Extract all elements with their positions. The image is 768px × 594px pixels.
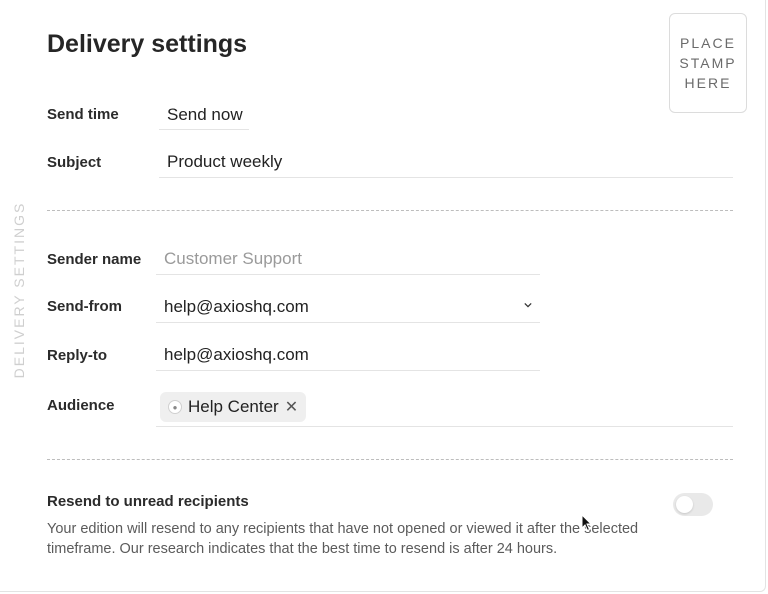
section-divider <box>47 210 733 211</box>
stamp-text: PLACE STAMP HERE <box>679 35 737 91</box>
resend-title: Resend to unread recipients <box>47 493 249 510</box>
chevron-down-icon <box>524 302 532 308</box>
audience-chip: ● Help Center ✕ <box>160 392 307 422</box>
sender-name-label: Sender name <box>47 251 142 268</box>
delivery-settings-card: DELIVERY SETTINGS Delivery settings PLAC… <box>0 0 766 592</box>
side-section-label: DELIVERY SETTINGS <box>11 201 27 379</box>
reply-to-value: help@axioshq.com <box>164 345 309 364</box>
subject-value: Product weekly <box>167 152 283 171</box>
audience-label: Audience <box>47 397 115 414</box>
resend-description: Your edition will resend to any recipien… <box>47 521 639 557</box>
mouse-cursor-icon <box>581 514 593 532</box>
reply-to-input[interactable]: help@axioshq.com <box>156 339 540 371</box>
audience-input[interactable]: ● Help Center ✕ <box>156 392 733 427</box>
send-time-value: Send now <box>167 105 243 124</box>
subject-label: Subject <box>47 154 102 171</box>
send-time-field[interactable]: Send now <box>159 99 249 130</box>
toggle-knob <box>676 496 693 513</box>
stamp-placeholder: PLACE STAMP HERE <box>669 13 747 113</box>
group-icon: ● <box>168 400 182 414</box>
resend-toggle[interactable] <box>673 493 713 516</box>
send-from-label: Send-from <box>47 298 122 315</box>
send-time-label: Send time <box>47 106 119 123</box>
page-title: Delivery settings <box>47 30 248 58</box>
sender-name-input[interactable]: Customer Support <box>156 243 540 275</box>
section-divider <box>47 459 733 460</box>
subject-input[interactable]: Product weekly <box>159 146 733 178</box>
send-from-value: help@axioshq.com <box>164 297 309 316</box>
close-icon[interactable]: ✕ <box>285 397 298 417</box>
audience-chip-label: Help Center <box>188 397 279 416</box>
send-from-select[interactable]: help@axioshq.com <box>156 291 540 323</box>
sender-name-placeholder: Customer Support <box>164 249 302 268</box>
reply-to-label: Reply-to <box>47 347 107 364</box>
